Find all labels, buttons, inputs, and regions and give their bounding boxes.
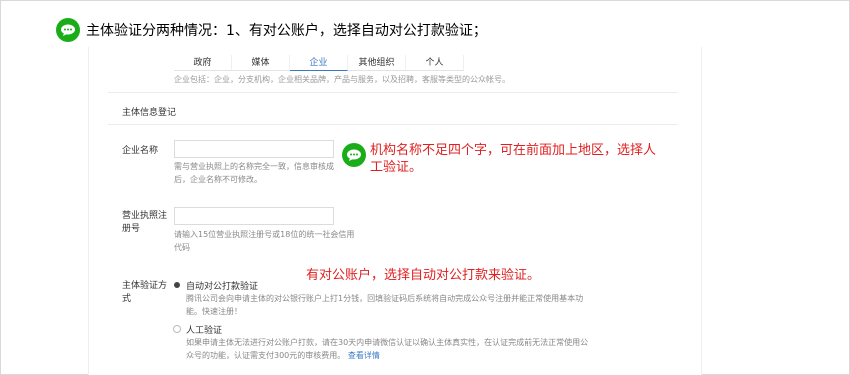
verify-method-label-line2: 式: [122, 294, 132, 304]
option-manual-verify-desc-line2-wrap: 众号的功能，认证需支付300元的审核费用。 查看详情: [186, 349, 380, 363]
page-heading: 主体验证分两种情况：1、有对公账户，选择自动对公打款验证；: [86, 23, 487, 39]
wechat-icon: [56, 18, 80, 42]
option-manual-verify-title[interactable]: 人工验证: [186, 323, 222, 336]
tab-description: 企业包括：企业，分支机构，企业相关品牌，产品与服务，以及招聘，客服等类型的公众帐…: [174, 75, 510, 84]
account-type-tabs: 政府 媒体 企业 其他组织 个人: [174, 55, 464, 71]
section-title: 主体信息登记: [122, 108, 177, 118]
option-manual-verify-desc-line1: 如果申请主体无法进行对公账户打款，请在30天内申请微信认证以确认主体真实性，在认…: [186, 338, 589, 347]
wechat-icon: [342, 143, 366, 167]
license-label-line1: 营业执照注: [122, 211, 168, 221]
company-name-input[interactable]: [174, 140, 334, 158]
radio-manual-verify[interactable]: [173, 325, 181, 333]
option-auto-transfer-desc-line1: 腾讯公司会向申请主体的对公银行账户上打1分钱，回填验证码后系统将自动完成公众号注…: [186, 294, 584, 303]
company-name-hint-line2: 后，企业名称不可修改。: [174, 175, 262, 184]
name-annotation-line2: 工验证。: [370, 160, 423, 175]
divider: [108, 124, 678, 125]
license-hint-line2: 代码: [174, 243, 190, 252]
tab-government[interactable]: 政府: [174, 55, 232, 71]
option-auto-transfer-desc-line2: 能。快速注册！: [186, 307, 242, 316]
option-auto-transfer-title[interactable]: 自动对公打款验证: [186, 279, 258, 292]
account-annotation: 有对公账户，选择自动对公打款来验证。: [306, 268, 541, 283]
tab-individual[interactable]: 个人: [406, 55, 464, 71]
tab-media[interactable]: 媒体: [232, 55, 290, 71]
license-label-line2: 册号: [122, 224, 141, 234]
radio-auto-transfer[interactable]: [174, 282, 180, 288]
tab-enterprise[interactable]: 企业: [290, 55, 348, 71]
license-input[interactable]: [174, 207, 334, 225]
company-name-label: 企业名称: [122, 146, 159, 156]
name-annotation-line1: 机构名称不足四个字，可在前面加上地区，选择人: [370, 143, 657, 158]
license-hint-line1: 请输入15位营业执照注册号或18位的统一社会信用: [174, 230, 355, 239]
view-details-link[interactable]: 查看详情: [348, 351, 380, 360]
verify-method-label-line1: 主体验证方: [122, 281, 168, 291]
tab-other-org[interactable]: 其他组织: [348, 55, 406, 71]
company-name-hint-line1: 需与营业执照上的名称完全一致，信息审核成: [174, 162, 334, 171]
divider: [108, 92, 678, 93]
option-manual-verify-desc-line2: 众号的功能，认证需支付300元的审核费用。: [186, 351, 346, 360]
